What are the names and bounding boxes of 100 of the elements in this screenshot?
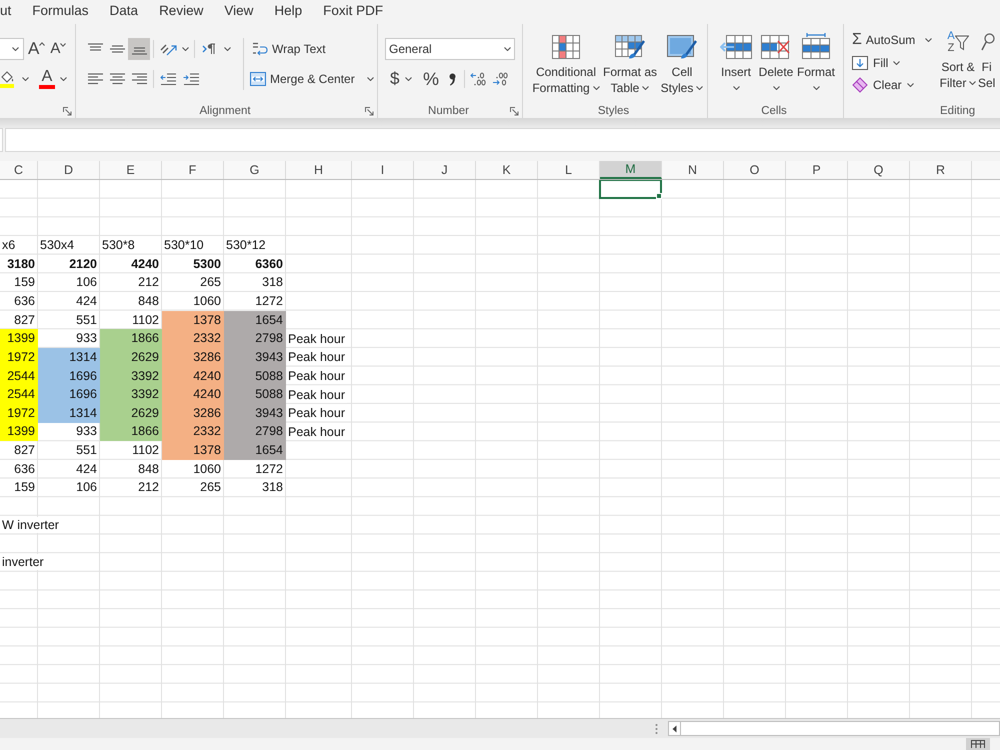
conditional-formatting-button[interactable]: Conditional Formatting <box>529 35 603 96</box>
table-cell: 5088 <box>224 385 286 404</box>
insert-button[interactable]: Insert <box>716 35 756 96</box>
ribbon-tab[interactable]: ut <box>0 1 12 23</box>
column-header[interactable]: R <box>910 161 972 179</box>
table-cell-text: 212 <box>137 274 160 292</box>
grow-font-button[interactable]: A <box>28 38 46 60</box>
font-color-button[interactable]: A <box>39 68 67 90</box>
table-cell: 1378 <box>162 441 224 460</box>
caret-icon <box>893 60 900 64</box>
group-label: Number <box>428 104 469 118</box>
format-button[interactable]: Format <box>796 35 836 96</box>
wrap-text-button[interactable]: Wrap Text <box>248 38 374 60</box>
clear-button[interactable]: Clear <box>852 75 938 95</box>
shrink-font-button[interactable]: A <box>50 38 66 60</box>
insert-cells-icon <box>720 35 752 59</box>
table-cell: W inverter <box>0 517 61 534</box>
group-label: Styles <box>598 104 630 118</box>
caret-icon <box>592 86 600 90</box>
align-middle-icon <box>110 43 124 55</box>
group-label: Cells <box>761 104 787 118</box>
dialog-launcher-icon <box>63 106 72 116</box>
caret-up-icon <box>39 42 46 46</box>
ribbon-tab[interactable]: Help <box>274 1 302 23</box>
table-cell-text: 265 <box>199 274 222 292</box>
sort-filter-button[interactable]: A Z Sort & Filter <box>938 30 978 104</box>
currency-button[interactable]: $ <box>385 68 419 90</box>
caret-icon <box>60 77 67 81</box>
table-cell-text: 1060 <box>192 460 222 478</box>
vertical-dots-icon <box>655 722 658 734</box>
ribbon-tab[interactable]: View <box>224 1 254 23</box>
number-format-dropdown[interactable]: General <box>385 38 515 60</box>
cell-brush-icon <box>667 35 697 59</box>
swatch-icon <box>39 85 55 89</box>
column-header[interactable]: K <box>476 161 538 179</box>
caret-icon <box>22 77 29 81</box>
funnel-icon <box>954 35 969 51</box>
column-header[interactable]: P <box>786 161 848 179</box>
table-cell-text: 1060 <box>192 292 222 310</box>
ribbon-tab[interactable]: Review <box>159 1 204 23</box>
format-cells-icon <box>802 33 830 59</box>
column-header[interactable]: O <box>724 161 786 179</box>
ribbon-tab[interactable]: Formulas <box>32 1 89 23</box>
table-cell: 2629 <box>100 348 162 367</box>
merge-center-button[interactable]: Merge & Center <box>248 68 374 90</box>
table-cell: 1399 <box>0 329 38 348</box>
caret-icon <box>366 77 374 81</box>
column-header[interactable]: J <box>414 161 476 179</box>
table-cell-text: 159 <box>13 274 36 292</box>
column-header[interactable]: M <box>600 161 662 179</box>
group-label: Editing <box>940 104 976 118</box>
horizontal-scrollbar[interactable] <box>681 721 1000 736</box>
table-cell: 3392 <box>100 366 162 386</box>
find-select-button[interactable]: Fi Sel <box>978 30 996 104</box>
decrease-indent-icon <box>160 73 176 85</box>
ribbon-tab[interactable]: Foxit PDF <box>323 1 384 23</box>
table-cell-text: 636 <box>13 460 36 478</box>
percent-button[interactable]: % <box>419 68 443 90</box>
caret-icon <box>642 86 650 90</box>
caret-icon <box>732 86 740 90</box>
table-cell: 2798 <box>224 329 286 348</box>
table-cell-text: 106 <box>75 479 98 496</box>
ribbon-tab[interactable]: Data <box>110 1 138 23</box>
caret-icon <box>969 81 976 85</box>
column-header[interactable]: F <box>162 161 224 179</box>
delete-button[interactable]: Delete <box>756 35 796 96</box>
table-cell-text: 848 <box>137 292 160 310</box>
column-header[interactable]: D <box>38 161 100 179</box>
column-header[interactable]: H <box>286 161 352 179</box>
grid-icon <box>971 740 985 748</box>
format-as-table-button[interactable]: Format as Table <box>603 35 657 96</box>
table-cell: 1972 <box>0 404 38 423</box>
align-bottom-button[interactable] <box>128 38 150 60</box>
dialog-launcher-icon <box>510 106 519 116</box>
table-cell-text: 212 <box>137 479 160 496</box>
cell-styles-button[interactable]: Cell Styles <box>657 35 707 96</box>
caret-icon <box>405 77 412 81</box>
caret-icon <box>906 83 914 87</box>
column-header[interactable]: G <box>224 161 286 179</box>
table-cell-text: 827 <box>13 442 36 460</box>
autosum-button[interactable]: Σ AutoSum <box>852 30 916 50</box>
fill-handle-icon[interactable] <box>656 192 662 199</box>
table-cell-text: 827 <box>13 312 36 329</box>
wrap-arrow-icon <box>252 41 268 57</box>
scroll-left-button[interactable] <box>668 721 681 736</box>
column-header[interactable]: Q <box>848 161 910 179</box>
active-cell[interactable] <box>599 180 662 199</box>
align-left-icon <box>88 73 102 85</box>
column-header[interactable]: C <box>0 161 38 179</box>
caret-icon <box>504 47 511 51</box>
column-header[interactable]: E <box>100 161 162 179</box>
increase-decimal-icon <box>470 72 486 86</box>
paragraph-direction-icon <box>202 43 216 55</box>
caret-icon <box>696 86 704 90</box>
column-header[interactable]: I <box>352 161 414 179</box>
column-header[interactable]: N <box>662 161 724 179</box>
normal-view-button[interactable] <box>966 738 990 750</box>
table-cell: 1378 <box>162 310 224 330</box>
fill-down-icon <box>852 56 868 70</box>
fill-button[interactable]: Fill <box>852 52 938 72</box>
